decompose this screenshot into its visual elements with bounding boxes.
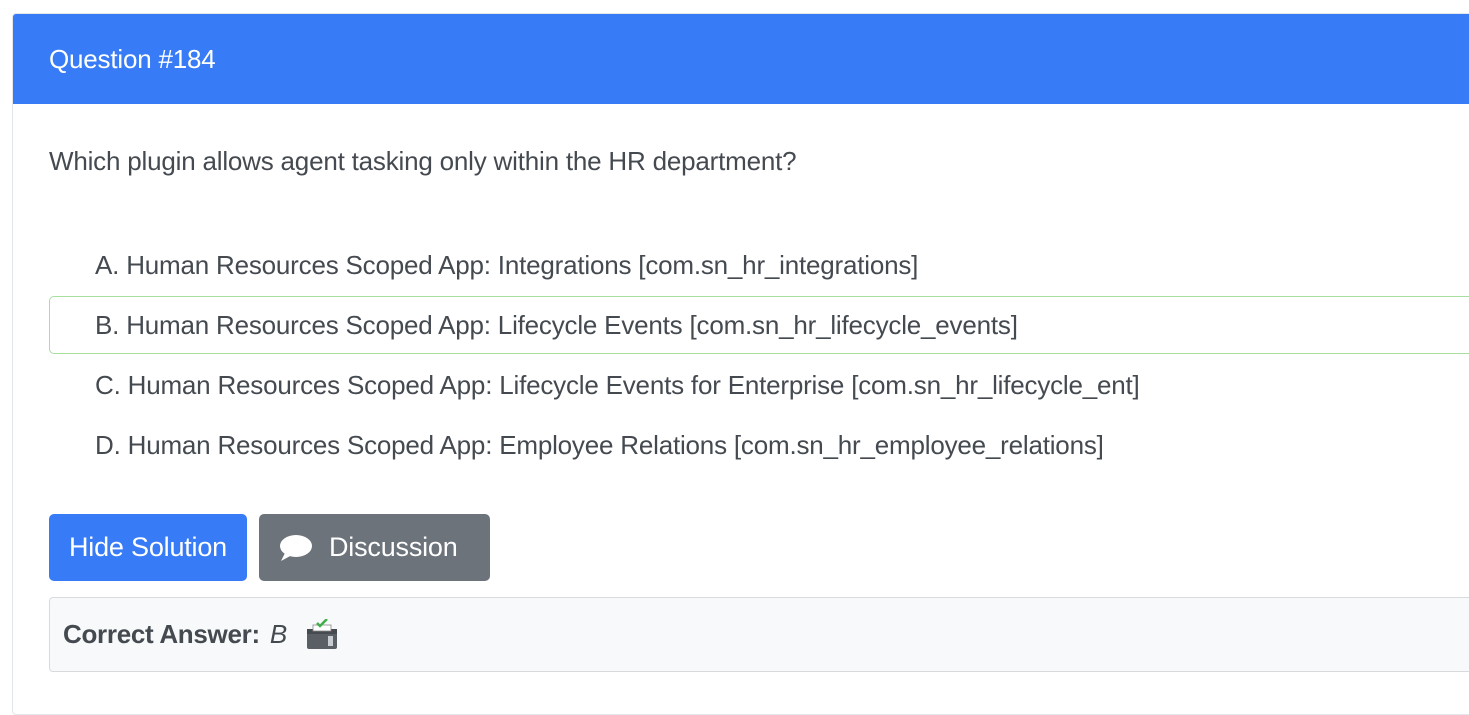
hide-solution-label: Hide Solution — [68, 532, 227, 562]
correct-answer-box: Correct Answer: B — [49, 597, 1469, 672]
discussion-button[interactable]: Discussion — [259, 514, 490, 581]
choice-c[interactable]: C. Human Resources Scoped App: Lifecycle… — [49, 356, 1469, 414]
choice-a[interactable]: A. Human Resources Scoped App: Integrati… — [49, 236, 1469, 294]
choice-d[interactable]: D. Human Resources Scoped App: Employee … — [49, 416, 1469, 474]
choice-b[interactable]: B. Human Resources Scoped App: Lifecycle… — [49, 296, 1469, 354]
vote-box-icon[interactable] — [305, 618, 339, 651]
action-buttons: Hide Solution Discussion — [49, 514, 490, 581]
question-header: Question #184 — [13, 14, 1469, 104]
question-text: Which plugin allows agent tasking only w… — [49, 146, 797, 176]
choice-list: A. Human Resources Scoped App: Integrati… — [49, 236, 1469, 476]
discussion-label: Discussion — [329, 532, 458, 562]
correct-answer-value: B — [269, 619, 288, 649]
question-number: Question #184 — [49, 43, 216, 74]
question-card: Question #184 Which plugin allows agent … — [12, 13, 1469, 715]
hide-solution-button[interactable]: Hide Solution — [49, 514, 247, 581]
correct-answer-label: Correct Answer: — [63, 619, 260, 649]
speech-bubble-icon — [279, 534, 313, 562]
